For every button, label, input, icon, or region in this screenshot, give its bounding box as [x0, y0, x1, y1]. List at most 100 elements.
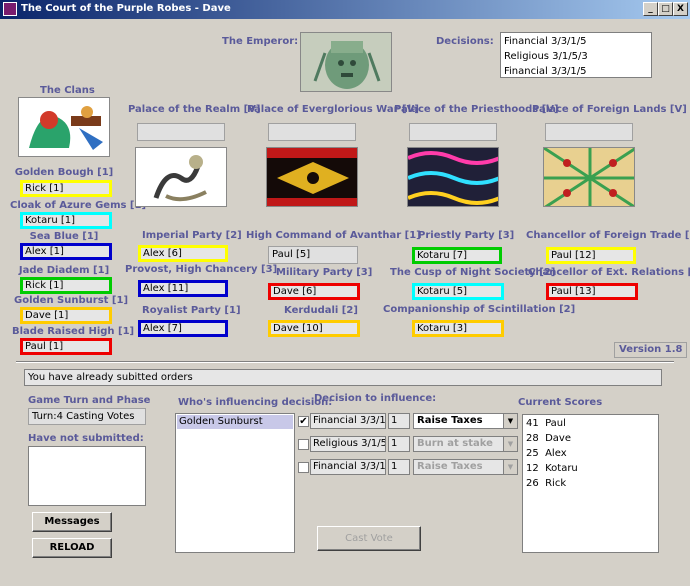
decision-item: Financial 3/3/1/5 [504, 36, 587, 47]
decision-2-name: Religious 3/1/5/3 [310, 436, 386, 452]
decision-3-amount[interactable]: 1 [388, 459, 410, 475]
window-title: The Court of the Purple Robes - Dave [21, 3, 231, 14]
decision-1-amount[interactable]: 1 [388, 413, 410, 429]
score-name: Kotaru [545, 463, 578, 474]
clan-golden-sunburst-label: Golden Sunburst [1] [14, 295, 129, 306]
chancellor-trade-holder: Paul [12] [546, 247, 636, 264]
provost-label: Provost, High Chancery [3] [125, 264, 278, 275]
military-party-holder: Dave [6] [268, 283, 360, 300]
score-row: 12 Kotaru [526, 463, 578, 474]
high-command-holder: Paul [5] [268, 246, 358, 264]
score-value: 25 [526, 448, 539, 459]
score-row: 25 Alex [526, 448, 567, 459]
app-icon [3, 2, 17, 16]
chancellor-relations-holder: Paul [13] [546, 283, 638, 300]
clan-golden-bough-holder: Rick [1] [20, 180, 112, 197]
decision-2-checkbox[interactable] [298, 439, 309, 450]
maximize-button[interactable]: □ [658, 2, 673, 16]
close-button[interactable]: X [673, 2, 688, 16]
score-name: Paul [545, 418, 566, 429]
score-row: 26 Rick [526, 478, 566, 489]
clan-jade-diadem-holder: Rick [1] [20, 277, 112, 294]
decision-2-action-value: Burn at stake [417, 438, 493, 449]
royalist-party-label: Royalist Party [1] [142, 305, 241, 316]
palace-foreign-lands-image [543, 147, 635, 207]
chancellor-trade-label: Chancellor of Foreign Trade [3] [526, 230, 690, 241]
palace-war-field [268, 123, 356, 141]
score-name: Dave [545, 433, 571, 444]
emperor-label: The Emperor: [222, 36, 299, 47]
decision-item: Financial 3/3/1/5 [504, 66, 587, 77]
decision-1-checkbox[interactable]: ✔ [298, 416, 309, 427]
clan-sea-blue-label: Sea Blue [1] [29, 231, 99, 242]
reload-button[interactable]: RELOAD [32, 538, 112, 558]
score-row: 41 Paul [526, 418, 566, 429]
companionship-holder: Kotaru [3] [412, 320, 504, 337]
military-party-label: Military Party [3] [276, 267, 373, 278]
chevron-down-icon: ▼ [503, 414, 517, 428]
clan-cloak-of-azure-gems-label: Cloak of Azure Gems [1] [10, 200, 147, 211]
decision-3-action-select[interactable]: Raise Taxes ▼ [413, 459, 518, 475]
clan-cloak-of-azure-gems-holder: Kotaru [1] [20, 212, 112, 229]
clan-blade-raised-high-holder: Paul [1] [20, 338, 112, 355]
chevron-down-icon: ▼ [503, 460, 517, 474]
cast-vote-button[interactable]: Cast Vote [317, 526, 421, 551]
chevron-down-icon: ▼ [503, 437, 517, 451]
chancellor-relations-label: Chancellor of Ext. Relations [3] [528, 267, 690, 278]
clans-title: The Clans [40, 85, 95, 96]
score-value: 28 [526, 433, 539, 444]
decisions-list: Financial 3/3/1/5 Religious 3/1/5/3 Fina… [500, 32, 652, 78]
decision-2-action-select[interactable]: Burn at stake ▼ [413, 436, 518, 452]
decision-3-checkbox[interactable] [298, 462, 309, 473]
decisions-label: Decisions: [436, 36, 494, 47]
palace-realm-title: Palace of the Realm [V] [128, 104, 261, 115]
emperor-portrait [300, 32, 392, 92]
priestly-party-holder: Kotaru [7] [412, 247, 502, 264]
priestly-party-label: Priestly Party [3] [418, 230, 515, 241]
decision-item: Religious 3/1/5/3 [504, 51, 588, 62]
provost-holder: Alex [11] [138, 280, 228, 297]
score-row: 28 Dave [526, 433, 571, 444]
score-value: 12 [526, 463, 539, 474]
palace-foreign-lands-title: Palace of Foreign Lands [V] [532, 104, 687, 115]
title-bar: The Court of the Purple Robes - Dave _ □… [0, 0, 690, 19]
status-message: You have already subitted orders [24, 369, 662, 386]
decision-influence-label: Decision to influence: [314, 393, 437, 404]
clans-image [18, 97, 110, 157]
score-name: Rick [545, 478, 567, 489]
decision-1-name: Financial 3/3/1/5 [310, 413, 386, 429]
version-label: Version 1.8 [614, 342, 688, 358]
messages-button[interactable]: Messages [32, 512, 112, 532]
influencing-list[interactable]: Golden Sunburst [175, 413, 295, 553]
minimize-button[interactable]: _ [643, 2, 658, 16]
royalist-party-holder: Alex [7] [138, 320, 228, 337]
clan-golden-bough-label: Golden Bough [1] [14, 167, 114, 178]
scores-label: Current Scores [518, 397, 603, 408]
decision-3-name: Financial 3/3/1/5 [310, 459, 386, 475]
score-value: 26 [526, 478, 539, 489]
decision-1-action-select[interactable]: Raise Taxes ▼ [413, 413, 518, 429]
clan-jade-diadem-label: Jade Diadem [1] [18, 265, 110, 276]
palace-foreign-lands-field [545, 123, 633, 141]
decision-1-action-value: Raise Taxes [417, 415, 483, 426]
decision-3-action-value: Raise Taxes [417, 461, 483, 472]
kerdudali-label: Kerdudali [2] [284, 305, 358, 316]
companionship-label: Companionship of Scintillation [2] [383, 304, 576, 315]
not-submitted-list[interactable] [28, 446, 146, 506]
palace-realm-image [135, 147, 227, 207]
palace-realm-field [137, 123, 225, 141]
influencing-item-selected[interactable]: Golden Sunburst [177, 415, 293, 429]
score-name: Alex [545, 448, 567, 459]
section-divider [16, 361, 674, 363]
scores-list: 41 Paul 28 Dave 25 Alex 12 Kotaru 26 Ric… [522, 414, 659, 553]
clan-blade-raised-high-label: Blade Raised High [1] [12, 326, 135, 337]
palace-war-image [266, 147, 358, 207]
imperial-party-holder: Alex [6] [138, 245, 228, 262]
clan-sea-blue-holder: Alex [1] [20, 243, 112, 260]
high-command-label: High Command of Avanthar [1] [246, 230, 421, 241]
not-submitted-label: Have not submitted: [28, 433, 144, 444]
kerdudali-holder: Dave [10] [268, 320, 360, 337]
palace-priesthoods-field [409, 123, 497, 141]
decision-2-amount[interactable]: 1 [388, 436, 410, 452]
game-turn-title: Game Turn and Phase [28, 395, 151, 406]
